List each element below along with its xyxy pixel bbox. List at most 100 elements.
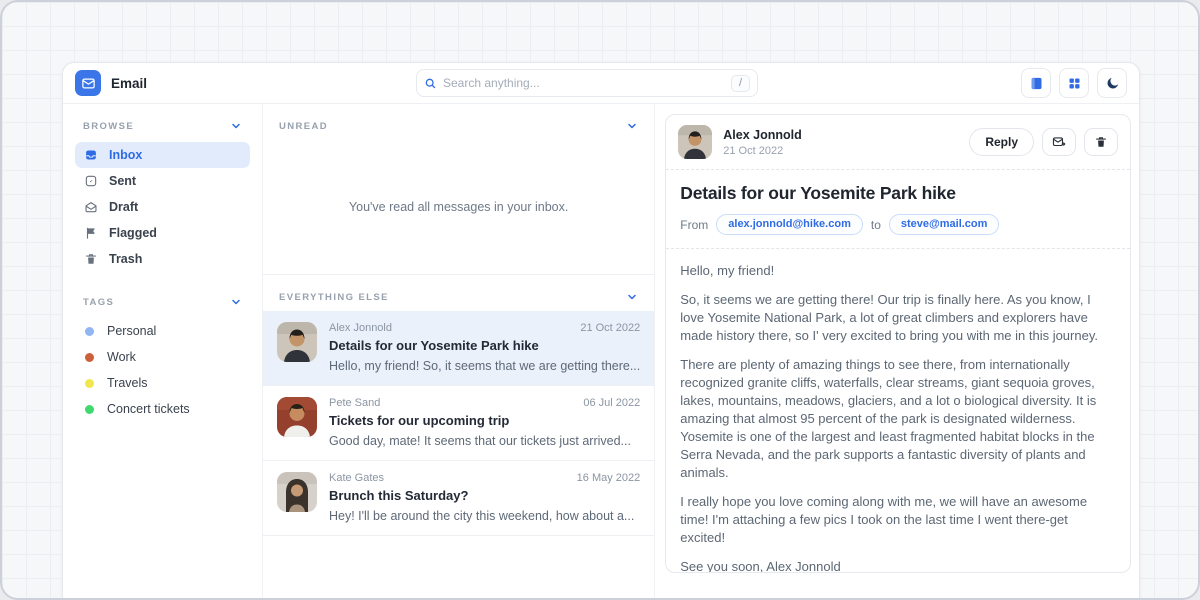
envelope-forward-icon bbox=[1052, 135, 1066, 149]
tag-item-travels[interactable]: Travels bbox=[75, 370, 250, 396]
email-subject: Details for our Yosemite Park hike bbox=[329, 338, 640, 353]
unread-empty-message: You've read all messages in your inbox. bbox=[263, 140, 654, 262]
inbox-icon bbox=[84, 148, 98, 162]
email-subject: Tickets for our upcoming trip bbox=[329, 413, 640, 428]
email-sender: Kate Gates bbox=[329, 472, 384, 484]
trash-icon bbox=[1094, 135, 1108, 149]
email-detail-column: Alex Jonnold 21 Oct 2022 Reply bbox=[655, 104, 1139, 599]
tag-item-concert-tickets[interactable]: Concert tickets bbox=[75, 396, 250, 422]
sidebar-item-inbox[interactable]: Inbox bbox=[75, 142, 250, 168]
sidebar-item-label: Inbox bbox=[109, 148, 142, 162]
grid-icon bbox=[1067, 76, 1082, 91]
trash-icon bbox=[84, 252, 98, 266]
email-body: Hello, my friend! So, it seems we are ge… bbox=[666, 249, 1130, 573]
search-icon bbox=[424, 77, 437, 90]
email-meta: Kate Gates 16 May 2022 Brunch this Satur… bbox=[329, 472, 640, 523]
email-list-column: UNREAD You've read all messages in your … bbox=[263, 104, 655, 599]
email-logo-icon bbox=[75, 70, 101, 96]
everything-else-header: EVERYTHING ELSE bbox=[263, 275, 654, 311]
detail-header: Alex Jonnold 21 Oct 2022 Reply bbox=[666, 115, 1130, 169]
email-preview: Hey! I'll be around the city this weeken… bbox=[329, 509, 640, 523]
from-email-chip[interactable]: alex.jonnold@hike.com bbox=[716, 214, 863, 235]
chevron-down-icon[interactable] bbox=[230, 120, 242, 132]
tag-label: Work bbox=[107, 350, 136, 364]
tag-item-work[interactable]: Work bbox=[75, 344, 250, 370]
chevron-down-icon[interactable] bbox=[626, 120, 638, 132]
chevron-down-icon[interactable] bbox=[626, 291, 638, 303]
tag-label: Concert tickets bbox=[107, 402, 190, 416]
tags-section-header: TAGS bbox=[75, 294, 250, 310]
tag-color-dot bbox=[85, 379, 94, 388]
email-body-paragraph: I really hope you love coming along with… bbox=[680, 493, 1116, 547]
detail-date: 21 Oct 2022 bbox=[723, 145, 801, 157]
chevron-down-icon[interactable] bbox=[230, 296, 242, 308]
tags-nav: Personal Work Travels Concert ticke bbox=[75, 318, 250, 422]
reading-list-button[interactable] bbox=[1021, 68, 1051, 98]
sidebar-item-sent[interactable]: Sent bbox=[75, 168, 250, 194]
avatar bbox=[277, 397, 317, 437]
browse-section-header: BROWSE bbox=[75, 118, 250, 134]
forward-email-button[interactable] bbox=[1042, 128, 1076, 156]
tag-color-dot bbox=[85, 405, 94, 414]
dark-mode-button[interactable] bbox=[1097, 68, 1127, 98]
apps-grid-button[interactable] bbox=[1059, 68, 1089, 98]
tags-label: TAGS bbox=[83, 297, 114, 308]
everything-else-section: EVERYTHING ELSE bbox=[263, 274, 654, 536]
detail-sender-name: Alex Jonnold bbox=[723, 128, 801, 142]
detail-actions: Reply bbox=[969, 128, 1118, 156]
email-sender: Pete Sand bbox=[329, 397, 380, 409]
email-list-item-alex[interactable]: Alex Jonnold 21 Oct 2022 Details for our… bbox=[263, 311, 654, 386]
search-shortcut-badge: / bbox=[731, 75, 750, 92]
sidebar-item-label: Flagged bbox=[109, 226, 157, 240]
header-actions bbox=[1021, 68, 1127, 98]
detail-sender-block: Alex Jonnold 21 Oct 2022 bbox=[723, 128, 801, 157]
tags-section: TAGS Personal Work bbox=[75, 294, 250, 422]
avatar bbox=[678, 125, 712, 159]
sidebar-item-label: Draft bbox=[109, 200, 138, 214]
tag-color-dot bbox=[85, 353, 94, 362]
email-subject: Brunch this Saturday? bbox=[329, 488, 640, 503]
email-body-paragraph: Hello, my friend! bbox=[680, 262, 1116, 280]
app-body: BROWSE Inbox bbox=[63, 104, 1139, 599]
email-date: 21 Oct 2022 bbox=[580, 322, 640, 334]
tag-label: Personal bbox=[107, 324, 156, 338]
avatar bbox=[277, 472, 317, 512]
search-bar[interactable]: / bbox=[416, 69, 758, 97]
delete-email-button[interactable] bbox=[1084, 128, 1118, 156]
sidebar: BROWSE Inbox bbox=[63, 104, 263, 599]
app-title: Email bbox=[111, 76, 147, 91]
to-email-chip[interactable]: steve@mail.com bbox=[889, 214, 1000, 235]
tag-item-personal[interactable]: Personal bbox=[75, 318, 250, 344]
page-background: Email / bbox=[0, 0, 1200, 600]
app-header: Email / bbox=[63, 63, 1139, 104]
tag-color-dot bbox=[85, 327, 94, 336]
detail-subject: Details for our Yosemite Park hike bbox=[680, 183, 1116, 204]
email-meta: Alex Jonnold 21 Oct 2022 Details for our… bbox=[329, 322, 640, 373]
avatar bbox=[277, 322, 317, 362]
unread-label: UNREAD bbox=[279, 121, 328, 132]
sidebar-item-draft[interactable]: Draft bbox=[75, 194, 250, 220]
to-label: to bbox=[871, 218, 881, 232]
moon-icon bbox=[1105, 76, 1120, 91]
tag-label: Travels bbox=[107, 376, 148, 390]
unread-section-header: UNREAD bbox=[263, 104, 654, 140]
email-app-window: Email / bbox=[62, 62, 1140, 600]
search-input[interactable] bbox=[437, 76, 731, 90]
sidebar-item-flagged[interactable]: Flagged bbox=[75, 220, 250, 246]
email-list-item-kate[interactable]: Kate Gates 16 May 2022 Brunch this Satur… bbox=[263, 461, 654, 536]
sidebar-item-label: Sent bbox=[109, 174, 136, 188]
book-icon bbox=[1029, 76, 1044, 91]
sidebar-item-label: Trash bbox=[109, 252, 142, 266]
subject-block: Details for our Yosemite Park hike From … bbox=[666, 170, 1130, 248]
browse-label: BROWSE bbox=[83, 121, 134, 132]
sidebar-item-trash[interactable]: Trash bbox=[75, 246, 250, 272]
email-body-paragraph: There are plenty of amazing things to se… bbox=[680, 356, 1116, 482]
reply-button[interactable]: Reply bbox=[969, 128, 1034, 156]
everything-else-label: EVERYTHING ELSE bbox=[279, 292, 389, 303]
email-date: 06 Jul 2022 bbox=[583, 397, 640, 409]
email-list-item-pete[interactable]: Pete Sand 06 Jul 2022 Tickets for our up… bbox=[263, 386, 654, 461]
email-body-paragraph: See you soon, Alex Jonnold bbox=[680, 558, 1116, 573]
email-detail-card: Alex Jonnold 21 Oct 2022 Reply bbox=[665, 114, 1131, 573]
from-label: From bbox=[680, 218, 708, 232]
sent-icon bbox=[84, 174, 98, 188]
